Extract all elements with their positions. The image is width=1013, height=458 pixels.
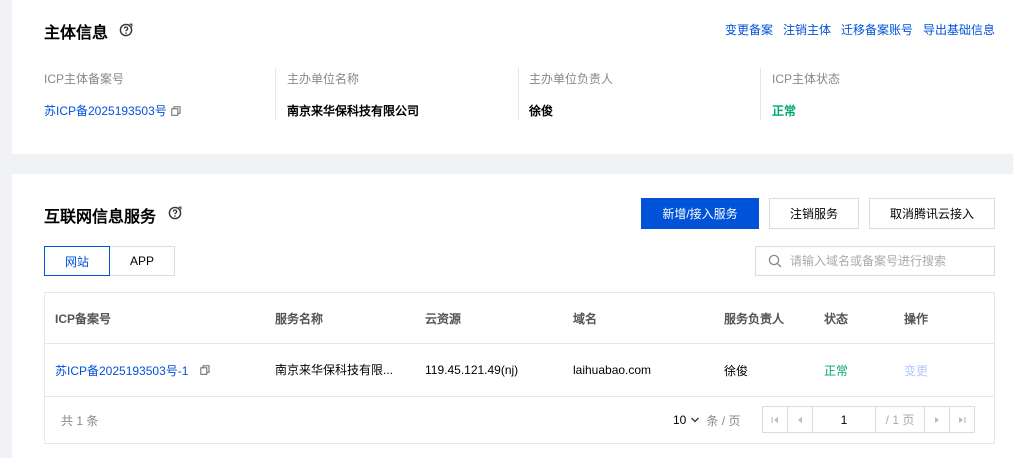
- first-page-icon: [771, 416, 778, 423]
- field-icp-subject-number: ICP主体备案号 苏ICP备2025193503号: [44, 70, 264, 126]
- migrate-account-link[interactable]: 迁移备案账号: [841, 21, 913, 38]
- table-row: 苏ICP备2025193503号-1 南京来华保科技有限... 119.45.1…: [45, 344, 994, 397]
- field-value: 徐俊: [529, 104, 554, 118]
- field-label: ICP主体状态: [772, 72, 841, 86]
- help-icon[interactable]: [168, 206, 182, 220]
- search-icon: [768, 254, 782, 268]
- column-header: 域名: [573, 311, 598, 326]
- search-box[interactable]: [755, 246, 995, 276]
- services-card: 互联网信息服务 新增/接入服务 注销服务 取消腾讯云接入 网站 APP ICP备…: [12, 174, 1013, 458]
- service-name-cell: 南京来华保科技有限...: [275, 363, 394, 377]
- page-size-select[interactable]: 10 条 / 页: [673, 397, 740, 443]
- copy-icon[interactable]: [171, 105, 181, 116]
- prev-page-icon: [798, 416, 802, 423]
- chevron-down-icon[interactable]: [690, 415, 700, 425]
- next-page-button[interactable]: [924, 406, 950, 433]
- total-count: 共 1 条: [61, 413, 99, 428]
- field-label: 主办单位负责人: [529, 72, 614, 86]
- subject-info-title: 主体信息: [44, 25, 109, 42]
- table-header: ICP备案号 服务名称 云资源 域名 服务负责人 状态 操作: [45, 293, 994, 344]
- help-icon[interactable]: [119, 23, 133, 37]
- table-footer: 共 1 条 10 条 / 页 1 / 1 页: [45, 397, 994, 443]
- status-badge: 正常: [772, 104, 797, 118]
- change-action-link[interactable]: 变更: [904, 344, 928, 396]
- page-total: / 1 页: [875, 406, 925, 433]
- icp-number-cell: 苏ICP备2025193503号-1: [55, 344, 210, 396]
- field-label: ICP主体备案号: [44, 72, 125, 86]
- subject-info-card: 主体信息 变更备案 注销主体 迁移备案账号 导出基础信息 ICP主体备案号 苏I…: [12, 0, 1013, 154]
- tab-website[interactable]: 网站: [44, 246, 110, 276]
- copy-icon[interactable]: [200, 365, 210, 375]
- page-number-input[interactable]: [812, 406, 876, 433]
- field-label: 主办单位名称: [287, 72, 360, 86]
- last-page-icon: [959, 416, 966, 423]
- column-header: 服务负责人: [724, 311, 785, 326]
- add-service-button[interactable]: 新增/接入服务: [641, 198, 759, 229]
- field-value[interactable]: 苏ICP备2025193503号: [44, 102, 181, 119]
- status-badge: 正常: [824, 363, 849, 378]
- search-input[interactable]: [790, 254, 980, 268]
- page-size-value[interactable]: 10: [673, 413, 686, 427]
- icp-number-link[interactable]: 苏ICP备2025193503号-1: [55, 362, 188, 379]
- field-icp-status: ICP主体状态 正常: [772, 70, 992, 126]
- column-header: 服务名称: [275, 311, 324, 326]
- services-table: ICP备案号 服务名称 云资源 域名 服务负责人 状态 操作 苏ICP备2025…: [44, 292, 995, 444]
- prev-page-button[interactable]: [787, 406, 813, 433]
- pagination: / 1 页: [762, 406, 975, 433]
- cloud-resource-cell: 119.45.121.49(nj): [425, 363, 519, 377]
- last-page-button[interactable]: [949, 406, 975, 433]
- column-header: 状态: [824, 311, 849, 326]
- column-header: 云资源: [425, 311, 462, 326]
- field-value: 南京来华保科技有限公司: [287, 104, 420, 118]
- column-header: 操作: [904, 311, 929, 326]
- divider: [518, 68, 519, 120]
- subject-actions: 变更备案 注销主体 迁移备案账号 导出基础信息: [725, 21, 995, 38]
- type-tabs: 网站 APP: [44, 246, 175, 276]
- field-host-owner: 主办单位负责人 徐俊: [529, 70, 749, 126]
- column-header: ICP备案号: [55, 311, 112, 326]
- tab-app[interactable]: APP: [109, 246, 175, 276]
- domain-cell: laihuabao.com: [573, 363, 652, 377]
- change-filing-link[interactable]: 变更备案: [725, 21, 773, 38]
- cancel-subject-link[interactable]: 注销主体: [783, 21, 831, 38]
- field-host-name: 主办单位名称 南京来华保科技有限公司: [287, 70, 507, 126]
- services-title: 互联网信息服务: [44, 209, 157, 226]
- divider: [760, 68, 761, 120]
- page-size-unit: 条 / 页: [706, 413, 741, 428]
- icp-subject-number-value[interactable]: 苏ICP备2025193503号: [44, 102, 167, 119]
- divider: [275, 68, 276, 120]
- next-page-icon: [935, 416, 939, 423]
- first-page-button[interactable]: [762, 406, 788, 433]
- export-info-link[interactable]: 导出基础信息: [923, 21, 995, 38]
- cancel-access-button[interactable]: 取消腾讯云接入: [869, 198, 995, 229]
- cancel-service-button[interactable]: 注销服务: [769, 198, 859, 229]
- owner-cell: 徐俊: [724, 363, 749, 378]
